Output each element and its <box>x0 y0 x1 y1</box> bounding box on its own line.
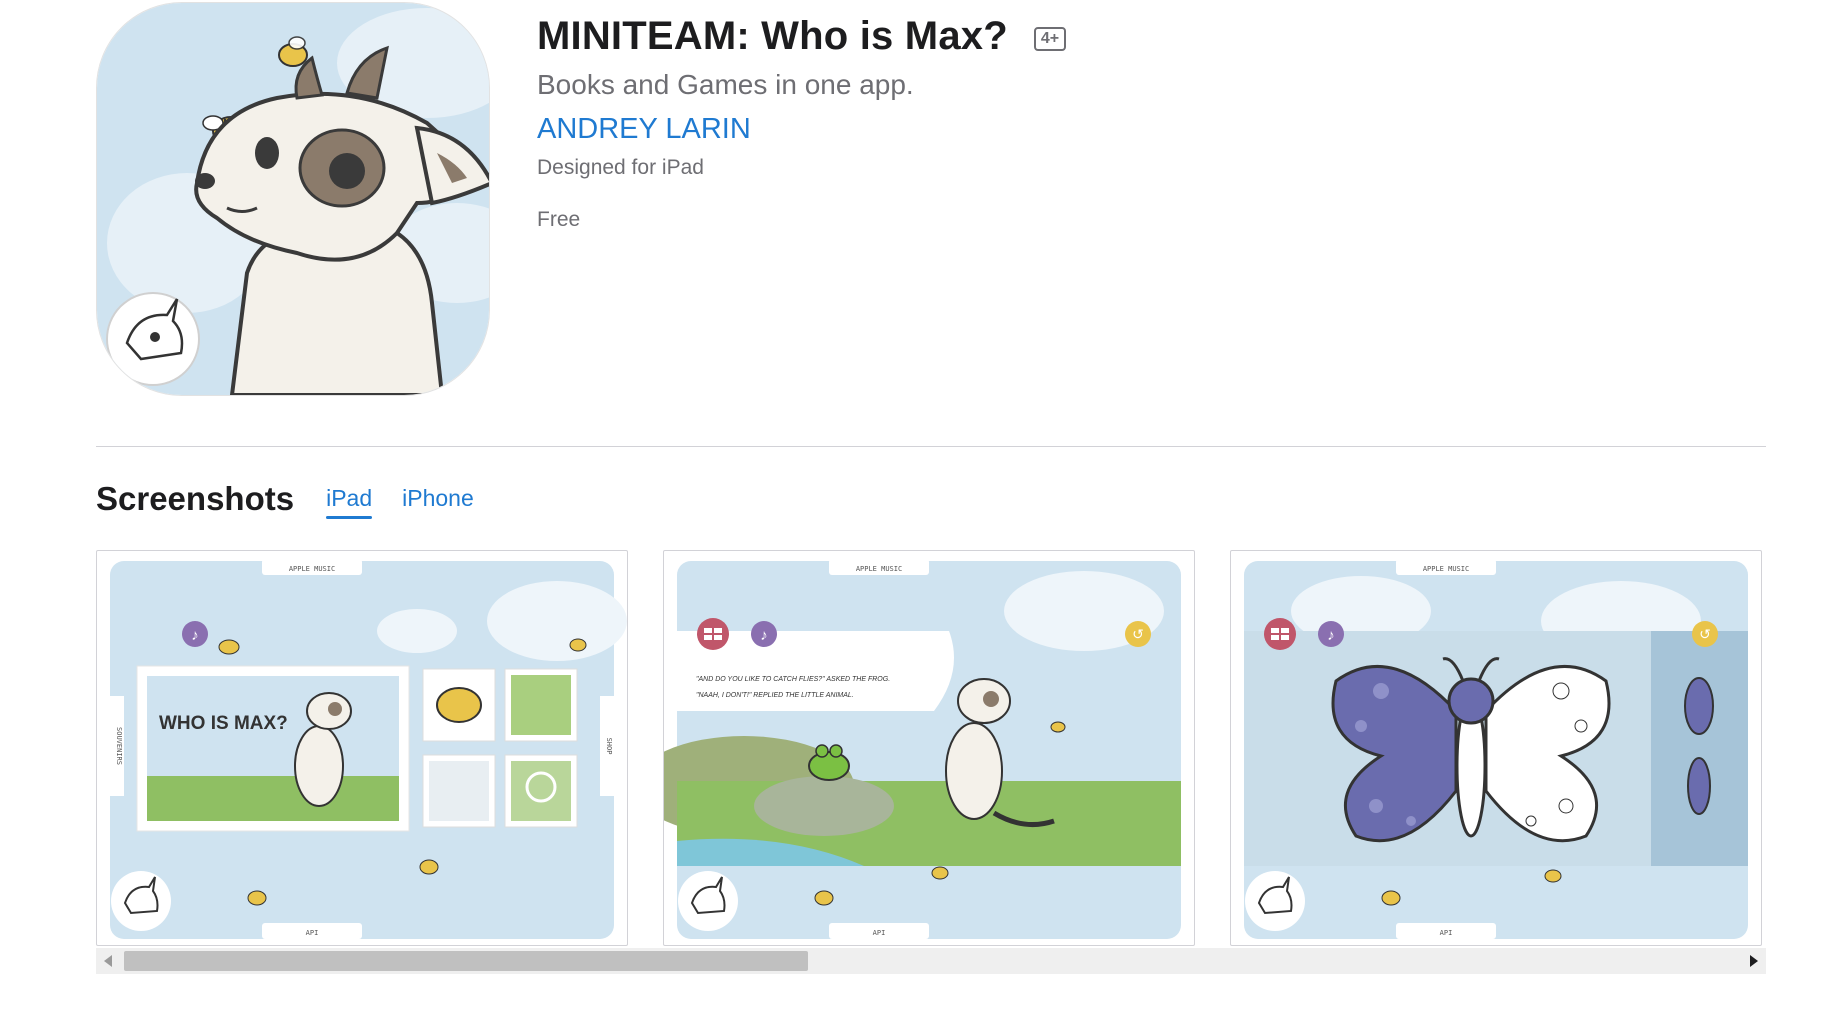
app-header: MINITEAM: Who is Max? 4+ Books and Games… <box>537 14 1067 232</box>
unicorn-logo-icon <box>106 292 200 386</box>
bee-icon <box>419 859 439 875</box>
svg-text:↺: ↺ <box>1132 626 1144 642</box>
tab-iphone[interactable]: iPhone <box>402 485 474 518</box>
apple-music-tab-label: APPLE MUSIC <box>1423 565 1469 573</box>
shop-tab-label: SHOP <box>605 738 613 755</box>
api-tab-label: API <box>873 929 886 937</box>
grid-menu-icon <box>697 618 729 650</box>
scrollbar-thumb[interactable] <box>124 951 808 971</box>
age-rating-badge: 4+ <box>1033 26 1067 51</box>
story-line-1: "AND DO YOU LIKE TO CATCH FLIES?" ASKED … <box>696 676 890 683</box>
api-tab-label: API <box>1440 929 1453 937</box>
screenshots-title: Screenshots <box>96 480 295 517</box>
screenshots-scrollbar[interactable] <box>96 948 1766 974</box>
bee-icon <box>569 638 587 652</box>
svg-text:♪: ♪ <box>760 627 768 644</box>
back-arrow-icon: ↺ <box>1125 621 1151 647</box>
svg-text:♪: ♪ <box>1327 627 1335 644</box>
bee-icon <box>1050 721 1066 733</box>
music-note-icon: ♪ <box>182 621 208 647</box>
music-note-icon: ♪ <box>751 621 777 647</box>
grid-menu-icon <box>1264 618 1296 650</box>
souvenirs-tab-label: SOUVENIRS <box>115 727 123 765</box>
apple-music-tab-label: APPLE MUSIC <box>856 565 902 573</box>
screenshot-2[interactable]: APPLE MUSIC ♪ ↺ "AND DO YOU LIKE TO CATC… <box>663 550 1195 946</box>
screenshot-1[interactable]: APPLE MUSIC ♪ WHO IS MAX? SOUVENIRS SHOP <box>96 550 628 946</box>
price-label: Free <box>537 208 581 231</box>
api-tab-label: API <box>306 929 319 937</box>
app-subtitle: Books and Games in one app. <box>537 69 914 100</box>
apple-music-tab-label: APPLE MUSIC <box>289 565 335 573</box>
app-title: MINITEAM: Who is Max? <box>537 14 1008 58</box>
designed-for-label: Designed for iPad <box>537 156 704 179</box>
app-icon <box>96 2 490 396</box>
developer-link[interactable]: ANDREY LARIN <box>537 113 751 146</box>
scroll-right-arrow-icon[interactable] <box>1750 955 1758 967</box>
bee-icon <box>814 890 834 906</box>
scroll-left-arrow-icon[interactable] <box>104 955 112 967</box>
unicorn-logo-icon <box>111 871 171 931</box>
section-divider <box>96 446 1766 447</box>
svg-text:♪: ♪ <box>191 627 199 644</box>
story-line-2: "NAAH, I DON'T!" REPLIED THE LITTLE ANIM… <box>696 692 854 699</box>
back-arrow-icon: ↺ <box>1692 621 1718 647</box>
bee-icon <box>247 890 267 906</box>
screenshots-header: Screenshots iPad iPhone <box>96 480 474 519</box>
cover-title: WHO IS MAX? <box>159 713 288 734</box>
screenshot-3[interactable]: APPLE MUSIC ♪ ↺ API <box>1230 550 1762 946</box>
unicorn-logo-icon <box>678 871 738 931</box>
unicorn-logo-icon <box>1245 871 1305 931</box>
bee-icon <box>1381 890 1401 906</box>
bee-icon <box>1544 869 1562 883</box>
music-note-icon: ♪ <box>1318 621 1344 647</box>
svg-text:↺: ↺ <box>1699 626 1711 642</box>
bee-icon <box>218 639 240 655</box>
bee-icon <box>931 866 949 880</box>
tab-ipad[interactable]: iPad <box>326 485 373 519</box>
